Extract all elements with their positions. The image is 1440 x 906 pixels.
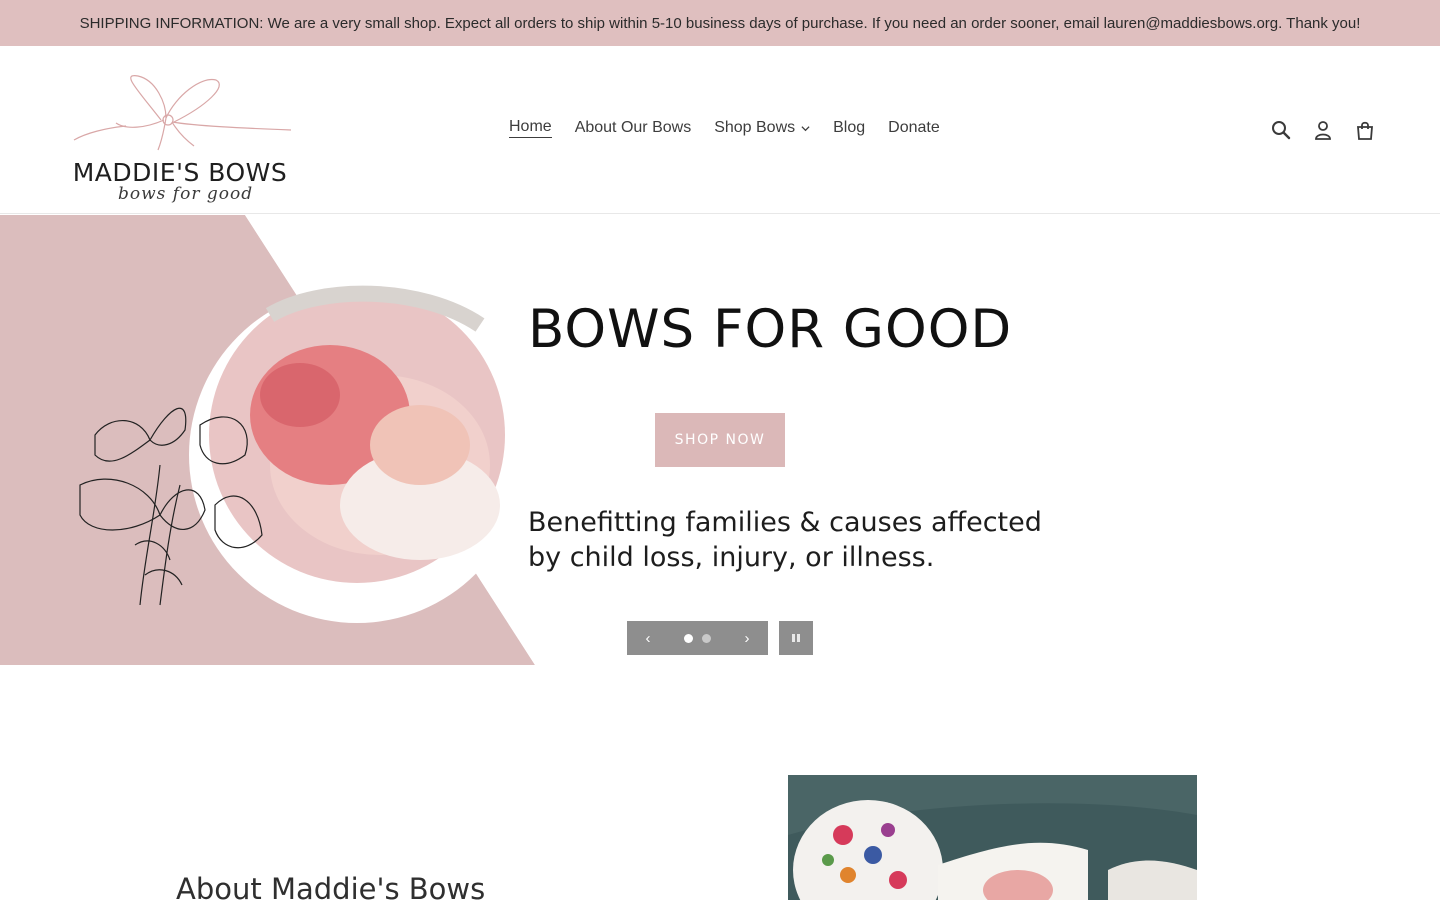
nav-item-label: About Our Bows: [574, 119, 692, 136]
chevron-right-icon[interactable]: ›: [740, 630, 754, 647]
nav-item-label: Donate: [888, 119, 940, 136]
chevron-left-icon[interactable]: ‹: [641, 630, 655, 647]
pause-button[interactable]: [779, 621, 813, 655]
nav-item-shop-bows[interactable]: Shop Bows: [714, 118, 810, 138]
announcement-bar: SHIPPING INFORMATION: We are a very smal…: [0, 0, 1440, 46]
cart-icon[interactable]: [1354, 118, 1376, 142]
slide-dot-1[interactable]: [684, 633, 693, 643]
slide-dot-2[interactable]: [702, 633, 711, 643]
about-image: [788, 775, 1197, 900]
chevron-down-icon: [801, 125, 810, 131]
site-header: MADDIE'S BOWS bows for good Home About O…: [0, 46, 1440, 214]
pause-icon: [792, 634, 800, 642]
bow-illustration: [73, 75, 292, 151]
hero-slideshow: BOWS FOR GOOD SHOP NOW Benefitting famil…: [0, 215, 1440, 665]
nav-item-label: Blog: [833, 119, 866, 136]
brand-name: MADDIE'S BOWS: [72, 158, 288, 187]
account-icon[interactable]: [1312, 118, 1334, 142]
hero-title: BOWS FOR GOOD: [528, 299, 1013, 360]
search-icon[interactable]: [1270, 118, 1292, 142]
nav-item-about-our-bows[interactable]: About Our Bows: [575, 118, 692, 138]
hero-subtitle: Benefitting families & causes affected b…: [528, 507, 1042, 573]
nav-item-label: Home: [509, 118, 552, 135]
nav-item-donate[interactable]: Donate: [888, 118, 940, 138]
slideshow-controls: ‹ ›: [627, 621, 768, 655]
slide-dots: [684, 633, 711, 643]
logo[interactable]: MADDIE'S BOWS bows for good: [66, 68, 296, 204]
shop-now-button[interactable]: SHOP NOW: [655, 413, 785, 467]
header-icons: [1270, 118, 1376, 142]
nav-item-blog[interactable]: Blog: [833, 118, 865, 138]
nav-item-label: Shop Bows: [714, 119, 796, 136]
about-title: About Maddie's Bows: [176, 872, 486, 906]
nav-item-home[interactable]: Home: [509, 118, 552, 138]
announcement-text: SHIPPING INFORMATION: We are a very smal…: [79, 14, 1361, 32]
brand-tagline: bows for good: [118, 184, 254, 204]
